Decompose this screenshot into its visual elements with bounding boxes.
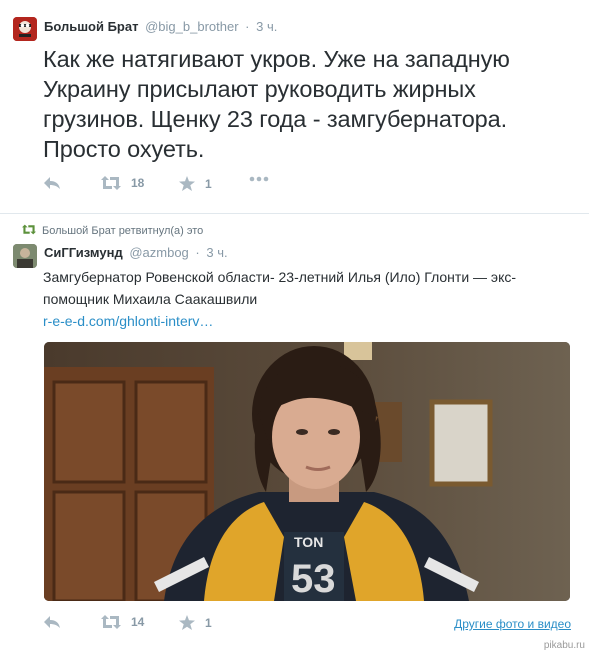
reply-icon: [43, 176, 61, 190]
svg-text:TON: TON: [294, 534, 323, 550]
photo-illustration: TON 53: [44, 342, 570, 601]
star-icon: [179, 615, 195, 630]
tweet-header: СиГГизмунд @azmbog · 3 ч.: [44, 245, 228, 261]
tweet-link[interactable]: r-e-e-d.com/ghlonti-interv…: [43, 313, 213, 329]
retweet-count: 14: [131, 615, 145, 629]
separator-dot: ·: [195, 245, 200, 260]
retweet-notice: Большой Брат ретвитнул(а) это: [22, 224, 203, 238]
tweet-text: Замгубернатор Ровенской области- 23-летн…: [43, 269, 517, 307]
svg-text:53: 53: [291, 557, 336, 601]
tweet-photo[interactable]: TON 53: [44, 342, 570, 601]
author-name[interactable]: СиГГизмунд: [44, 245, 123, 260]
retweet-button[interactable]: 18: [101, 176, 144, 190]
tweet-text-block: Замгубернатор Ровенской области- 23-летн…: [43, 266, 573, 332]
tweet-timestamp[interactable]: 3 ч.: [206, 245, 227, 260]
author-handle[interactable]: @azmbog: [129, 245, 188, 260]
avatar[interactable]: [13, 17, 37, 41]
retweet-icon: [101, 615, 121, 629]
retweet-count: 18: [131, 176, 145, 190]
author-handle[interactable]: @big_b_brother: [145, 19, 238, 34]
retweet-notice-icon: [22, 224, 36, 238]
watermark: pikabu.ru: [543, 640, 585, 651]
avatar[interactable]: [13, 244, 37, 268]
tweet-1: Большой Брат @big_b_brother · 3 ч. Как ж…: [0, 0, 589, 214]
reply-button[interactable]: [43, 176, 61, 190]
favorite-count: 1: [205, 176, 212, 191]
favorite-button[interactable]: 1: [179, 615, 212, 630]
author-name[interactable]: Большой Брат: [44, 19, 138, 34]
star-icon: [179, 176, 195, 191]
retweet-button[interactable]: 14: [101, 615, 144, 629]
tweet-header: Большой Брат @big_b_brother · 3 ч.: [44, 19, 277, 35]
tweet-timestamp[interactable]: 3 ч.: [256, 19, 277, 34]
favorite-count: 1: [205, 615, 212, 630]
tweet-text: Как же натягивают укров. Уже на западную…: [43, 46, 510, 162]
favorite-button[interactable]: 1: [179, 176, 212, 191]
reply-button[interactable]: [43, 615, 61, 629]
retweet-notice-text[interactable]: Большой Брат ретвитнул(а) это: [42, 225, 203, 237]
reply-icon: [43, 615, 61, 629]
separator-dot: ·: [245, 19, 250, 34]
more-media-link[interactable]: Другие фото и видео: [454, 617, 571, 631]
retweet-icon: [101, 176, 121, 190]
more-dots-icon: [249, 176, 269, 182]
more-button[interactable]: [249, 176, 269, 182]
tweet-actions: 18 1: [43, 176, 583, 196]
